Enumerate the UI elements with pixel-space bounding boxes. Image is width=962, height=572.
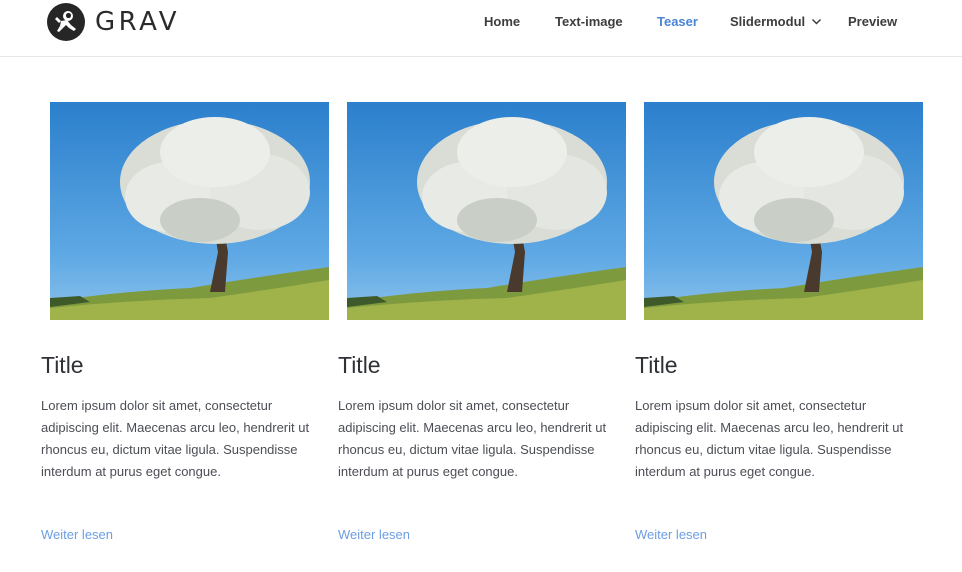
blossoming-tree-image [347,102,626,320]
card-text: Lorem ipsum dolor sit amet, consectetur … [338,398,607,479]
astronaut-logo-icon [47,3,85,41]
nav-slidermodul[interactable]: Slidermodul [730,14,822,29]
brand-link[interactable]: GRAV [47,3,180,41]
nav-slidermodul-label: Slidermodul [730,14,806,29]
read-more-link[interactable]: Weiter lesen [41,527,113,542]
chevron-down-icon [812,18,822,25]
read-more-link[interactable]: Weiter lesen [338,527,410,542]
nav-home[interactable]: Home [484,14,520,29]
card-text: Lorem ipsum dolor sit amet, consectetur … [41,398,310,479]
card-title: Title [635,352,678,378]
brand-name: GRAV [95,7,181,37]
card-text: Lorem ipsum dolor sit amet, consectetur … [635,398,904,479]
site-header: GRAV Home Text-image Teaser Slidermodul … [0,0,962,57]
nav-text-image[interactable]: Text-image [555,14,623,29]
nav-teaser[interactable]: Teaser [657,14,698,29]
blossoming-tree-image [50,102,329,320]
card-title: Title [41,352,84,378]
card-title: Title [338,352,381,378]
blossoming-tree-image [644,102,923,320]
read-more-link[interactable]: Weiter lesen [635,527,707,542]
nav-preview[interactable]: Preview [848,14,897,29]
